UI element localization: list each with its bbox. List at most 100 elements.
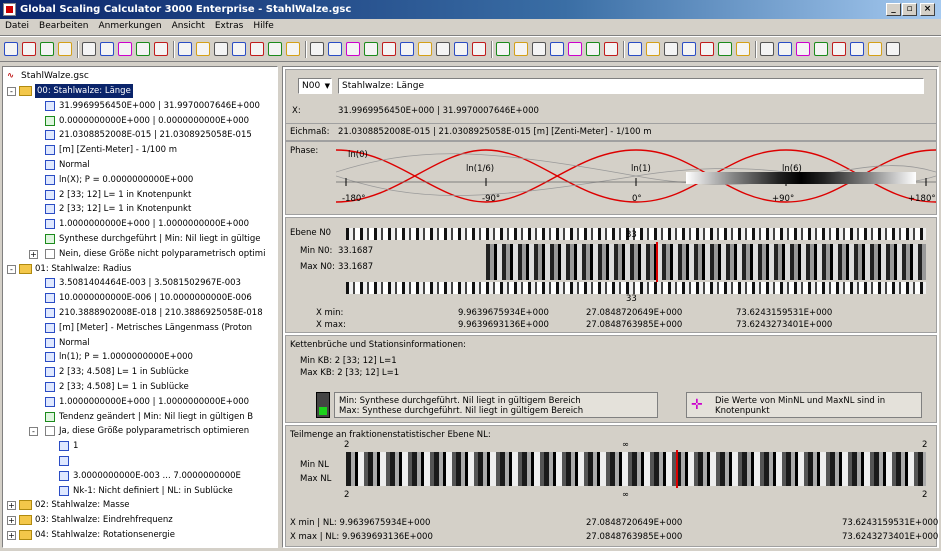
toolbar-button-22[interactable]	[400, 42, 414, 56]
xmin-val-2: 73.6243159531E+000	[736, 308, 833, 318]
toolbar-button-20[interactable]	[364, 42, 378, 56]
toolbar-button-29[interactable]	[532, 42, 546, 56]
kette-panel: Kettenbrüche und Stationsinformationen: …	[285, 335, 937, 423]
toolbar-separator	[623, 41, 625, 58]
tree-label: 0.0000000000E+000 | 0.0000000000E+000	[59, 115, 250, 126]
toolbar-button-11[interactable]	[196, 42, 210, 56]
phase-tick-1: -90°	[482, 194, 501, 204]
tree-label: 10.0000000000E-006 | 10.0000000000E-006	[59, 293, 252, 304]
minimize-button[interactable]: _	[886, 3, 901, 16]
property-icon	[45, 204, 55, 215]
expand-toggle-icon[interactable]: +	[7, 531, 16, 540]
toolbar-button-24[interactable]	[436, 42, 450, 56]
toolbar-button-25[interactable]	[454, 42, 468, 56]
menu-hilfe[interactable]: Hilfe	[248, 19, 278, 33]
phase-tick-3: +90°	[772, 194, 795, 204]
toolbar-button-47[interactable]	[868, 42, 882, 56]
toolbar-button-3[interactable]	[40, 42, 54, 56]
window-title: Global Scaling Calculator 3000 Enterpris…	[20, 4, 352, 15]
toolbar-button-2[interactable]	[22, 42, 36, 56]
expand-toggle-icon[interactable]: -	[7, 87, 16, 96]
toolbar-button-36[interactable]	[664, 42, 678, 56]
toolbar-button-16[interactable]	[286, 42, 300, 56]
toolbar-button-28[interactable]	[514, 42, 528, 56]
eichmass-panel: Eichmaß: 21.0308852008E-015 | 21.0308925…	[285, 123, 937, 141]
xmaxnl: X max | NL: 9.9639693136E+000	[290, 532, 433, 542]
menu-extras[interactable]: Extras	[210, 19, 248, 33]
tree-label: 21.0308852008E-015 | 21.0308925058E-015	[59, 130, 252, 141]
close-button[interactable]: ×	[920, 3, 935, 16]
tree-label: 2 [33; 4.508] L= 1 in Sublücke	[59, 367, 189, 378]
toolbar-button-35[interactable]	[646, 42, 660, 56]
ebene-marker	[656, 242, 658, 282]
toolbar-button-39[interactable]	[718, 42, 732, 56]
tree-label: Normal	[59, 160, 90, 170]
node-selector[interactable]: N00 ▼	[298, 78, 332, 94]
toolbar-button-45[interactable]	[832, 42, 846, 56]
toolbar-button-33[interactable]	[604, 42, 618, 56]
phase-mark-3: ln(6)	[782, 164, 802, 174]
toolbar-button-43[interactable]	[796, 42, 810, 56]
toolbar-button-17[interactable]	[310, 42, 324, 56]
name-field[interactable]: Stahlwalze: Länge	[338, 78, 924, 94]
ebene-label: Ebene N0	[290, 228, 332, 238]
toolbar-button-7[interactable]	[118, 42, 132, 56]
expand-toggle-icon[interactable]: +	[29, 249, 38, 259]
toolbar-button-1[interactable]	[4, 42, 18, 56]
toolbar-button-46[interactable]	[850, 42, 864, 56]
toolbar-button-42[interactable]	[778, 42, 792, 56]
toolbar-button-30[interactable]	[550, 42, 564, 56]
expand-toggle-icon[interactable]: -	[29, 427, 38, 437]
expand-toggle-icon[interactable]: -	[7, 264, 16, 274]
expand-toggle-icon[interactable]: +	[7, 516, 16, 526]
toolbar-button-44[interactable]	[814, 42, 828, 56]
window-title-bar: Global Scaling Calculator 3000 Enterpris…	[0, 0, 941, 19]
toolbar-button-27[interactable]	[496, 42, 510, 56]
toolbar-button-5[interactable]	[82, 42, 96, 56]
toolbar-button-31[interactable]	[568, 42, 582, 56]
menu-anmerkungen[interactable]: Anmerkungen	[93, 19, 166, 33]
app-icon	[3, 3, 16, 16]
property-icon	[45, 160, 55, 170]
toolbar-button-14[interactable]	[250, 42, 264, 56]
toolbar-button-4[interactable]	[58, 42, 72, 56]
property-icon	[45, 367, 55, 378]
toolbar-button-37[interactable]	[682, 42, 696, 56]
xmin-val-1: 27.0848720649E+000	[586, 308, 683, 318]
toolbar-button-9[interactable]	[154, 42, 168, 56]
toolbar-button-32[interactable]	[586, 42, 600, 56]
toolbar-button-6[interactable]	[100, 42, 114, 56]
toolbar-button-48[interactable]	[886, 42, 900, 56]
toolbar-button-21[interactable]	[382, 42, 396, 56]
xminnl-mid: 27.0848720649E+000	[586, 518, 683, 528]
maximize-button[interactable]: ▫	[902, 3, 917, 16]
toolbar-button-26[interactable]	[472, 42, 486, 56]
tree-label: [m] [Meter] - Metrisches Längenmass (Pro…	[59, 322, 253, 333]
kette-title: Kettenbrüche und Stationsinformationen:	[290, 340, 466, 350]
toolbar-button-19[interactable]	[346, 42, 360, 56]
minnl-label: Min NL	[300, 460, 329, 470]
expand-toggle-icon[interactable]: +	[7, 501, 16, 511]
menu-datei[interactable]: Datei	[0, 19, 34, 33]
document-tree[interactable]: ∿ StahlWalze.gsc - 00: Stahlwalze: Länge 3…	[2, 66, 278, 548]
toolbar-button-15[interactable]	[268, 42, 282, 56]
toolbar-button-13[interactable]	[232, 42, 246, 56]
toolbar-button-40[interactable]	[736, 42, 750, 56]
tree-label: [m] [Zenti-Meter] - 1/100 m	[59, 145, 178, 156]
menu-bearbeiten[interactable]: Bearbeiten	[34, 19, 93, 33]
toolbar-button-12[interactable]	[214, 42, 228, 56]
toolbar-button-10[interactable]	[178, 42, 192, 56]
toolbar-button-18[interactable]	[328, 42, 342, 56]
note-text: Die Werte von MinNL und MaxNL sind in Kn…	[715, 396, 886, 416]
synthesis-box: Min: Synthese durchgeführt. Nil liegt in…	[334, 392, 658, 418]
toolbar-button-34[interactable]	[628, 42, 642, 56]
property-icon	[45, 219, 55, 230]
property-icon	[45, 308, 55, 318]
teil-top-2: 2	[922, 440, 928, 450]
folder-icon	[19, 500, 32, 511]
menu-ansicht[interactable]: Ansicht	[167, 19, 210, 33]
toolbar-button-38[interactable]	[700, 42, 714, 56]
toolbar-button-23[interactable]	[418, 42, 432, 56]
toolbar-button-8[interactable]	[136, 42, 150, 56]
toolbar-button-41[interactable]	[760, 42, 774, 56]
